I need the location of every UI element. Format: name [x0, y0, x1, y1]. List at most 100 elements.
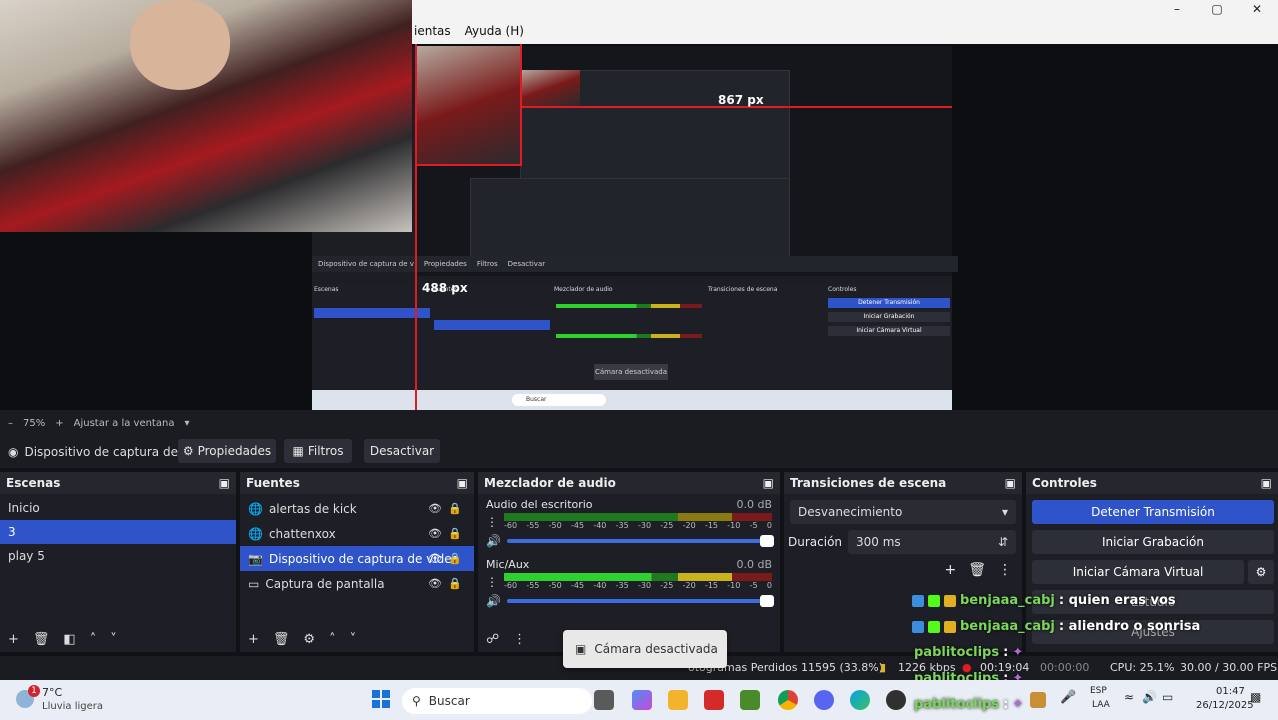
add-icon[interactable]: +	[944, 562, 956, 578]
eye-icon[interactable]: 👁	[428, 502, 442, 515]
minimize-button[interactable]: –	[1162, 0, 1192, 18]
kebab-icon[interactable]: ⋮	[486, 575, 498, 589]
stop-stream-button[interactable]: Detener Transmisión	[1032, 500, 1274, 524]
source-item[interactable]: 🌐 alertas de kick 👁 🔒	[240, 496, 474, 521]
eye-icon[interactable]: 👁	[428, 552, 442, 565]
lock-icon[interactable]: 🔒	[448, 577, 462, 590]
add-icon[interactable]: +	[8, 632, 19, 647]
nested-deactivate: Desactivar	[507, 260, 546, 268]
lock-icon[interactable]: 🔒	[448, 552, 462, 565]
cpu-usage: CPU: 25.1%	[1110, 661, 1175, 674]
scene-item-selected[interactable]: 3	[0, 520, 236, 544]
lock-icon[interactable]: 🔒	[448, 527, 462, 540]
fit-window-select[interactable]: Ajustar a la ventana	[74, 418, 175, 429]
chevron-up-icon[interactable]: ˄	[329, 632, 336, 647]
kebab-icon[interactable]: ⋮	[998, 562, 1012, 578]
virtual-camera-button[interactable]: Iniciar Cámara Virtual	[1032, 560, 1244, 584]
chat-text: : quien eras vos	[1058, 593, 1176, 608]
lang-top[interactable]: ESP	[1090, 686, 1107, 696]
speaker-icon[interactable]: 🔊	[486, 594, 501, 608]
wifi-icon[interactable]: ≈	[1124, 690, 1134, 704]
stepper-icon[interactable]: ⇵	[998, 535, 1008, 549]
chat-username: pablitoclips	[914, 645, 1000, 660]
undock-icon[interactable]: ▣	[457, 476, 468, 490]
volume-icon[interactable]: 🔊	[1142, 690, 1157, 704]
zoom-in-button[interactable]: +	[55, 418, 63, 429]
volume-slider[interactable]	[506, 595, 774, 607]
chevron-down-icon[interactable]: ▾	[184, 418, 189, 429]
badge-icon	[928, 620, 940, 633]
menu-item-tools[interactable]: ientas	[414, 24, 451, 38]
discord-icon[interactable]	[814, 690, 834, 710]
guide-horizontal-2	[415, 164, 522, 166]
undock-icon[interactable]: ▣	[1261, 476, 1272, 490]
filter-icon[interactable]: ◧	[63, 632, 75, 647]
lang-bottom[interactable]: LAA	[1092, 700, 1110, 710]
rec-time: 00:00:00	[1040, 661, 1090, 674]
gear-icon[interactable]: ⚙	[303, 632, 315, 647]
chevron-up-icon[interactable]: ˄	[90, 632, 97, 647]
transition-select[interactable]: Desvanecimiento ▾	[790, 500, 1016, 524]
trash-icon[interactable]: 🗑	[273, 632, 290, 647]
obs-icon[interactable]	[886, 690, 906, 710]
nested-toast: Cámara desactivada	[594, 364, 668, 380]
undock-icon[interactable]: ▣	[763, 476, 774, 490]
deactivate-button[interactable]: Desactivar	[364, 439, 440, 463]
undock-icon[interactable]: ▣	[1005, 476, 1016, 490]
taskbar-search[interactable]: ⚲ Buscar	[402, 688, 592, 714]
maximize-button[interactable]: ▢	[1202, 0, 1232, 18]
undock-icon[interactable]: ▣	[219, 476, 230, 490]
kebab-icon[interactable]: ⋮	[513, 632, 526, 647]
speaker-icon[interactable]: 🔊	[486, 534, 501, 548]
scene-item[interactable]: play 5	[0, 544, 236, 568]
globe-icon: 🌐	[248, 526, 263, 541]
lock-icon[interactable]: 🔒	[448, 502, 462, 515]
chevron-down-icon[interactable]: ˅	[350, 632, 357, 647]
mixer-header: Mezclador de audio ▣	[478, 472, 780, 494]
chevron-down-icon[interactable]: ˅	[110, 632, 117, 647]
measure-label-v: 488 px	[422, 281, 468, 295]
filters-label: Filtros	[307, 444, 344, 458]
battery-icon[interactable]: ▭	[1162, 690, 1173, 704]
start-record-button[interactable]: Iniciar Grabación	[1032, 530, 1274, 554]
trash-icon[interactable]: 🗑	[33, 632, 50, 647]
clock-date[interactable]: 26/12/2025	[1196, 700, 1254, 711]
source-item-selected[interactable]: 📷 Dispositivo de captura de video 👁 🔒	[240, 546, 474, 571]
clock-time[interactable]: 01:47	[1216, 686, 1245, 697]
tray-app-icon[interactable]	[1030, 692, 1046, 708]
properties-button[interactable]: ⚙ Propiedades	[178, 439, 276, 463]
source-item[interactable]: 🌐 chattenxox 👁 🔒	[240, 521, 474, 546]
trash-icon[interactable]: 🗑	[968, 562, 986, 578]
chat-message: benjaaa_cabj : quien eras vos	[912, 593, 1176, 608]
minecraft-icon[interactable]	[740, 690, 760, 710]
add-icon[interactable]: +	[248, 632, 259, 647]
kebab-icon[interactable]: ⋮	[486, 515, 498, 529]
duration-input[interactable]: 300 ms ⇵	[848, 530, 1016, 554]
task-view-icon[interactable]	[594, 690, 614, 710]
gear-icon[interactable]: ⚙	[1248, 560, 1274, 584]
sources-title: Fuentes	[246, 476, 300, 490]
zoom-out-button[interactable]: –	[8, 418, 13, 429]
notification-icon[interactable]: ▩	[1250, 690, 1261, 704]
chrome-icon[interactable]	[778, 690, 798, 710]
volume-meter	[504, 573, 772, 581]
close-button[interactable]: ✕	[1242, 0, 1272, 18]
copilot-icon[interactable]	[632, 690, 652, 710]
link-icon[interactable]: ☍	[486, 632, 499, 647]
filters-button[interactable]: ▦ Filtros	[284, 439, 352, 463]
nested-start-record: Iniciar Grabación	[828, 312, 950, 322]
volume-meter	[504, 513, 772, 521]
eye-icon[interactable]: 👁	[428, 527, 442, 540]
meter-scale: -60 -55 -50 -45 -40 -35 -30 -25 -20 -15 -10 -5 0	[504, 581, 772, 590]
zoom-level: 75%	[23, 417, 46, 429]
source-item[interactable]: ▭ Captura de pantalla 👁 🔒	[240, 571, 474, 596]
scene-item[interactable]: Inicio	[0, 496, 236, 520]
menu-item-help[interactable]: Ayuda (H)	[465, 24, 524, 38]
microphone-icon[interactable]: 🎤	[1060, 690, 1076, 705]
file-explorer-icon[interactable]	[668, 690, 688, 710]
volume-slider[interactable]	[506, 535, 774, 547]
app-icon[interactable]	[704, 690, 724, 710]
eye-icon[interactable]: 👁	[428, 577, 442, 590]
windows-start-icon[interactable]	[372, 690, 390, 708]
edge-icon[interactable]	[850, 690, 870, 710]
